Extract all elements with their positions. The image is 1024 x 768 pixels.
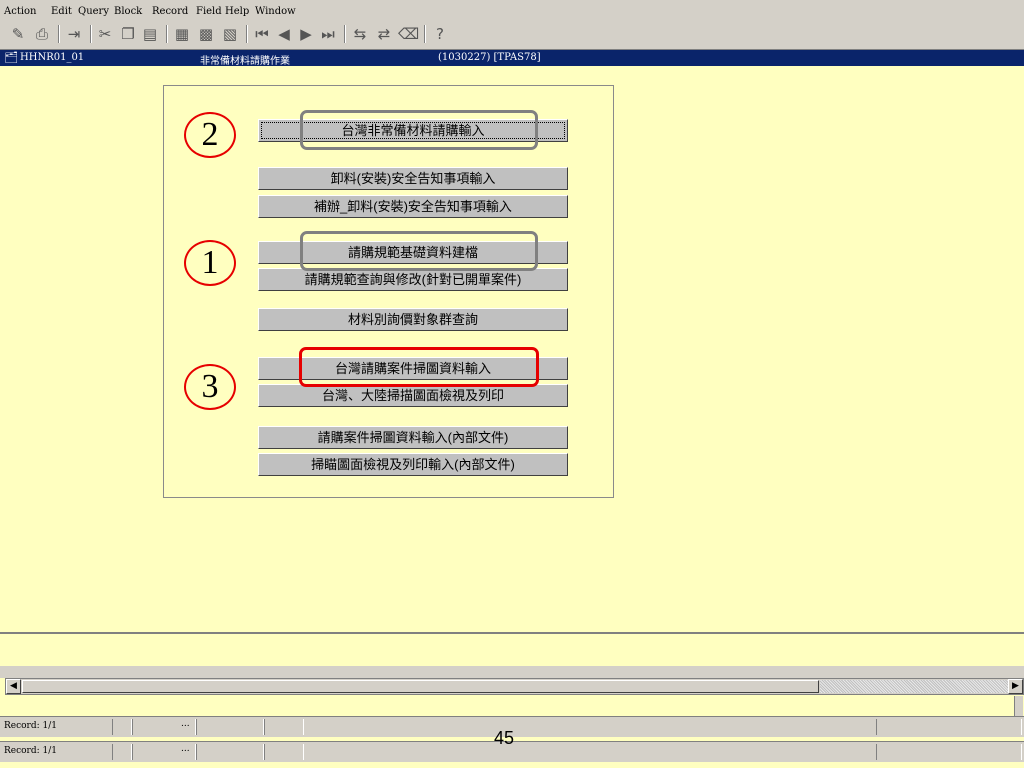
- cut-icon[interactable]: ✂: [95, 24, 115, 44]
- status-cell: [196, 719, 264, 735]
- status-cell: [876, 719, 1022, 735]
- status-cell: [112, 744, 132, 760]
- save-icon[interactable]: ✎: [8, 24, 28, 44]
- previous-record-icon[interactable]: ◀: [274, 24, 294, 44]
- help-icon[interactable]: ?: [430, 24, 450, 44]
- status-cell: ...: [132, 719, 196, 735]
- scan-view-print-internal-button[interactable]: 掃瞄圖面檢視及列印輸入(內部文件): [258, 453, 568, 476]
- delete-record-icon[interactable]: ⇄: [374, 24, 394, 44]
- print-icon[interactable]: ⎙: [32, 24, 52, 44]
- status-cell: [264, 744, 304, 760]
- toolbar-separator: [58, 25, 60, 43]
- toolbar-separator: [424, 25, 426, 43]
- menu-window[interactable]: Window: [255, 6, 296, 17]
- insert-record-icon[interactable]: ⇆: [350, 24, 370, 44]
- toolbar-separator: [344, 25, 346, 43]
- form-title: 非常備材料請購作業: [200, 56, 290, 67]
- toolbar-separator: [90, 25, 92, 43]
- menu-query[interactable]: Query: [78, 6, 109, 17]
- status-cell: ...: [132, 744, 196, 760]
- cancel-query-icon[interactable]: ▧: [220, 24, 240, 44]
- execute-query-icon[interactable]: ▩: [196, 24, 216, 44]
- form-name: HHNR01_01: [20, 52, 85, 63]
- status-cell: [112, 719, 132, 735]
- scan-view-print-button[interactable]: 台灣、大陸掃描圖面檢視及列印: [258, 384, 568, 407]
- menu-edit[interactable]: Edit: [51, 6, 72, 17]
- material-inquiry-group-button[interactable]: 材料別詢價對象群查詢: [258, 308, 568, 331]
- supplement-unload-safety-input-button[interactable]: 補辦_卸料(安裝)安全告知事項輸入: [258, 195, 568, 218]
- enter-query-icon[interactable]: ▦: [172, 24, 192, 44]
- toolbar: ✎ ⎙ ⇥ ✂ ❐ ▤ ▦ ▩ ▧ ⏮ ◀ ▶ ⏭ ⇆ ⇄ ⌫ ?: [0, 20, 1024, 50]
- resize-strip: [1014, 696, 1023, 716]
- callout-box-2: [300, 110, 538, 150]
- record-indicator: Record: 1/1: [4, 721, 58, 731]
- scan-input-internal-button[interactable]: 請購案件掃圖資料輸入(內部文件): [258, 426, 568, 449]
- callout-box-3: [299, 347, 539, 387]
- last-record-icon[interactable]: ⏭: [318, 24, 338, 44]
- scroll-left-icon[interactable]: ◀: [6, 679, 21, 694]
- status-cell: [196, 744, 264, 760]
- scroll-right-icon[interactable]: ▶: [1008, 679, 1023, 694]
- next-record-icon[interactable]: ▶: [296, 24, 316, 44]
- marker-2: 2: [184, 112, 236, 158]
- scrollbar-track[interactable]: [820, 680, 1010, 693]
- copy-icon[interactable]: ❐: [118, 24, 138, 44]
- menu-action[interactable]: Action: [4, 6, 37, 17]
- toolbar-separator: [166, 25, 168, 43]
- paste-icon[interactable]: ▤: [140, 24, 160, 44]
- message-area: [0, 634, 1024, 666]
- status-cell: [876, 744, 1022, 760]
- spec-query-edit-button[interactable]: 請購規範查詢與修改(針對已開單案件): [258, 268, 568, 291]
- status-dots: ...: [181, 744, 190, 754]
- record-indicator: Record: 1/1: [4, 746, 58, 756]
- marker-1: 1: [184, 240, 236, 286]
- menu-bar: Action Edit Query Block Record Field Hel…: [0, 0, 1024, 20]
- unload-safety-input-button[interactable]: 卸料(安裝)安全告知事項輸入: [258, 167, 568, 190]
- form-title-bar: 🗂 HHNR01_01 非常備材料請購作業 (1030227) [TPAS78]: [0, 50, 1024, 67]
- exit-icon[interactable]: ⇥: [64, 24, 84, 44]
- scrollbar-thumb[interactable]: [22, 680, 819, 693]
- form-icon: 🗂: [4, 51, 18, 64]
- status-dots: ...: [181, 719, 190, 729]
- horizontal-scrollbar[interactable]: ◀ ▶: [5, 678, 1024, 695]
- menu-field[interactable]: Field: [196, 6, 222, 17]
- menu-record[interactable]: Record: [152, 6, 188, 17]
- toolbar-separator: [246, 25, 248, 43]
- user-info: (1030227) [TPAS78]: [438, 52, 541, 63]
- clear-record-icon[interactable]: ⌫: [398, 24, 419, 44]
- marker-3: 3: [184, 364, 236, 410]
- callout-box-1: [300, 231, 538, 271]
- page-number: 45: [494, 728, 515, 748]
- first-record-icon[interactable]: ⏮: [252, 24, 272, 44]
- menu-block[interactable]: Block: [114, 6, 142, 17]
- status-cell: [264, 719, 304, 735]
- divider-strip: [0, 666, 1024, 678]
- menu-help[interactable]: Help: [225, 6, 249, 17]
